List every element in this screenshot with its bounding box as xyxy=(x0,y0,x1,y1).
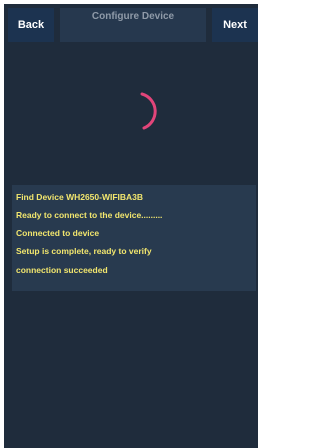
log-line: connection succeeded xyxy=(16,265,108,275)
header-bar: Back Configure Device Next xyxy=(4,4,258,42)
log-line: Find Device WH2650-WIFIBA3B xyxy=(16,192,144,202)
log-line: Ready to connect to the device......... xyxy=(16,210,163,220)
back-button[interactable]: Back xyxy=(8,8,54,42)
page-title: Configure Device xyxy=(60,8,206,42)
status-log: Find Device WH2650-WIFIBA3B Ready to con… xyxy=(12,185,256,291)
configure-device-screen: Back Configure Device Next Find Device W… xyxy=(4,4,258,448)
log-line: Connected to device xyxy=(16,228,100,238)
next-button[interactable]: Next xyxy=(212,8,258,42)
loading-spinner-icon xyxy=(140,92,157,130)
log-line: Setup is complete, ready to verify xyxy=(16,246,152,256)
